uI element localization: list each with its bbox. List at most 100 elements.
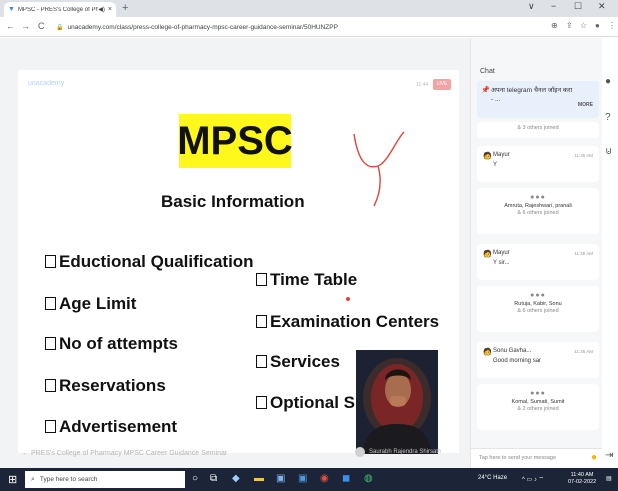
joined-notice: ●●● Rutuja, Kabir, Sonu & 6 others joine…	[477, 286, 599, 332]
bookmark-star-icon[interactable]: ☆	[580, 21, 587, 30]
task-view-icon[interactable]: ⧉	[210, 473, 217, 484]
slide-bullet: Reservations	[45, 376, 166, 396]
slide-bullet: Eductional Qualification	[45, 252, 254, 272]
more-button[interactable]: MORE	[578, 102, 593, 108]
weather-status[interactable]: 24°C Haze	[478, 475, 507, 481]
educator-avatar-icon	[355, 447, 365, 457]
laser-pointer-dot	[346, 297, 350, 301]
new-tab-button[interactable]: +	[122, 2, 128, 14]
joined-notice: ●●● Komal, Sumati, Sumit & 2 others join…	[477, 384, 599, 430]
file-explorer-icon[interactable]: ▬	[254, 473, 264, 484]
taskbar-search-placeholder: Type here to search	[39, 476, 98, 483]
app-icon[interactable]: ▣	[298, 473, 307, 484]
checkbox-icon	[45, 255, 56, 268]
windows-start-icon[interactable]: ⊞	[8, 473, 17, 486]
checkbox-icon	[256, 355, 267, 368]
taskbar-search[interactable]: ⌕ Type here to search	[25, 471, 185, 488]
emoji-icon[interactable]: ●	[591, 452, 597, 463]
chat-panel: Chat 📌 अपना telegram चैनल जॉइन करा - ...…	[470, 38, 603, 468]
exit-icon[interactable]: ⇥	[605, 450, 613, 461]
chat-input[interactable]: Tap here to send your message ●	[471, 448, 603, 468]
slide-time: 11:44	[416, 82, 429, 88]
cortana-icon[interactable]: ○	[192, 473, 198, 484]
user-avatar-icon: 🧑	[483, 349, 492, 356]
message-text: Y sir...	[493, 260, 510, 266]
widgets-icon[interactable]: ◆	[232, 473, 240, 484]
system-tray-icons[interactable]: ^ ▭ ♪ ⌔	[522, 475, 544, 483]
maximize-button[interactable]: ☐	[574, 1, 582, 12]
reload-button[interactable]: C	[38, 21, 45, 31]
url-text: unacademy.com/class/press-college-of-pha…	[67, 23, 338, 31]
menu-icon[interactable]: ⋮	[608, 21, 616, 30]
sender-name: Mayur	[493, 152, 510, 158]
attachment-icon[interactable]: ⊍	[605, 146, 612, 157]
checkbox-icon	[45, 379, 56, 392]
slide-bullet: Time Table	[256, 270, 357, 290]
taskbar-clock[interactable]: 11:40 AM 07-02-2022	[568, 472, 596, 486]
slide-bullet: No of attempts	[45, 334, 178, 354]
checkbox-icon	[256, 396, 267, 409]
slide-brand-logo: unacademy	[28, 80, 65, 87]
chat-icon[interactable]: ●	[605, 76, 611, 87]
browser-tab[interactable]: ▼ MPSC - PRES's College of Ph ◀) ×	[4, 2, 116, 17]
url-field[interactable]: 🔒 unacademy.com/class/press-college-of-p…	[56, 20, 536, 34]
class-info-bar: ← PRES's College of Pharmacy MPSC Career…	[0, 438, 470, 468]
browser-tab-strip: ▼ MPSC - PRES's College of Ph ◀) × + ∨ −…	[0, 0, 618, 17]
slide-title-highlight: MPSC	[177, 114, 293, 168]
message-text: Y	[493, 162, 498, 168]
checkbox-icon	[45, 297, 56, 310]
class-title-link[interactable]: ← PRES's College of Pharmacy MPSC Career…	[22, 450, 227, 457]
message-text: Good morning sar	[493, 358, 542, 364]
tab-close-button[interactable]: ×	[108, 6, 112, 13]
profile-icon[interactable]: ●	[595, 21, 600, 30]
live-badge: LIVE	[433, 79, 451, 90]
app-icon[interactable]: ◉	[320, 473, 329, 484]
notifications-icon[interactable]: ▤	[606, 475, 612, 482]
doubts-icon[interactable]: ?	[605, 112, 611, 123]
chat-message: 🧑 Mayur 11:35 AM Y	[477, 146, 599, 182]
slide-bullet: Advertisement	[45, 417, 177, 437]
joined-notice: ●●● Amruta, Rajeshwari, pranali & 6 othe…	[477, 188, 599, 234]
share-icon[interactable]: ⇪	[566, 21, 573, 30]
close-window-button[interactable]: ✕	[598, 1, 606, 12]
pin-icon: 📌	[481, 87, 490, 94]
sender-name: Sonu Gavha...	[493, 348, 532, 354]
slide-bullet: Services	[256, 352, 340, 372]
speaker-icon[interactable]: ◀)	[98, 6, 105, 13]
chat-title: Chat	[480, 68, 495, 75]
class-player: unacademy 11:44 LIVE MPSC Basic Informat…	[0, 38, 470, 468]
joined-avatars-icon: ●●●	[530, 390, 546, 397]
joined-avatars-icon: ●●●	[530, 194, 546, 201]
windows-taskbar: ⊞ ⌕ Type here to search ○ ⧉ ◆ ▬ ▣ ▣ ◉ ◼ …	[0, 468, 618, 491]
forward-button[interactable]: →	[21, 21, 30, 31]
back-button[interactable]: ←	[6, 21, 15, 31]
tab-title: MPSC - PRES's College of Ph	[17, 6, 99, 13]
slide-title: MPSC	[177, 118, 293, 163]
pinned-message[interactable]: 📌 अपना telegram चैनल जॉइन करा - ... MORE	[477, 81, 599, 118]
checkbox-icon	[45, 337, 56, 350]
chat-input-placeholder: Tap here to send your message	[479, 455, 557, 461]
slide-subtitle: Basic Information	[161, 192, 305, 211]
install-app-icon[interactable]: ⊕	[551, 21, 558, 30]
pinned-text: अपना telegram चैनल जॉइन करा - ...	[491, 87, 573, 103]
sender-name: Mayur	[493, 250, 510, 256]
educator-name: Saurabh Rajendra Shirsath	[355, 447, 441, 457]
tab-search-button[interactable]: ∨	[528, 1, 535, 12]
chat-message: 🧑 Sonu Gavha... 11:36 AM Good morning sa…	[477, 342, 599, 378]
unacademy-favicon-icon: ▼	[8, 6, 15, 13]
user-avatar-icon: 🧑	[483, 153, 492, 160]
chat-message: 🧑 Mayur 11:35 AM Y sir...	[477, 244, 599, 280]
pen-annotation-stroke	[353, 131, 405, 207]
message-time: 11:35 AM	[574, 251, 593, 256]
chrome-icon[interactable]: ◍	[364, 473, 373, 484]
joined-avatars-icon: ●●●	[530, 292, 546, 299]
app-icon[interactable]: ◼	[342, 473, 350, 484]
side-toolbar: ● ? ⊍ ⇥	[602, 38, 618, 468]
minimize-button[interactable]: −	[551, 1, 556, 11]
search-icon: ⌕	[31, 475, 35, 483]
store-icon[interactable]: ▣	[276, 473, 285, 484]
slide-bullet: Examination Centers	[256, 312, 439, 332]
address-bar: ← → C 🔒 unacademy.com/class/press-colleg…	[0, 17, 618, 37]
lock-icon: 🔒	[56, 24, 64, 31]
message-time: 11:36 AM	[574, 349, 593, 354]
